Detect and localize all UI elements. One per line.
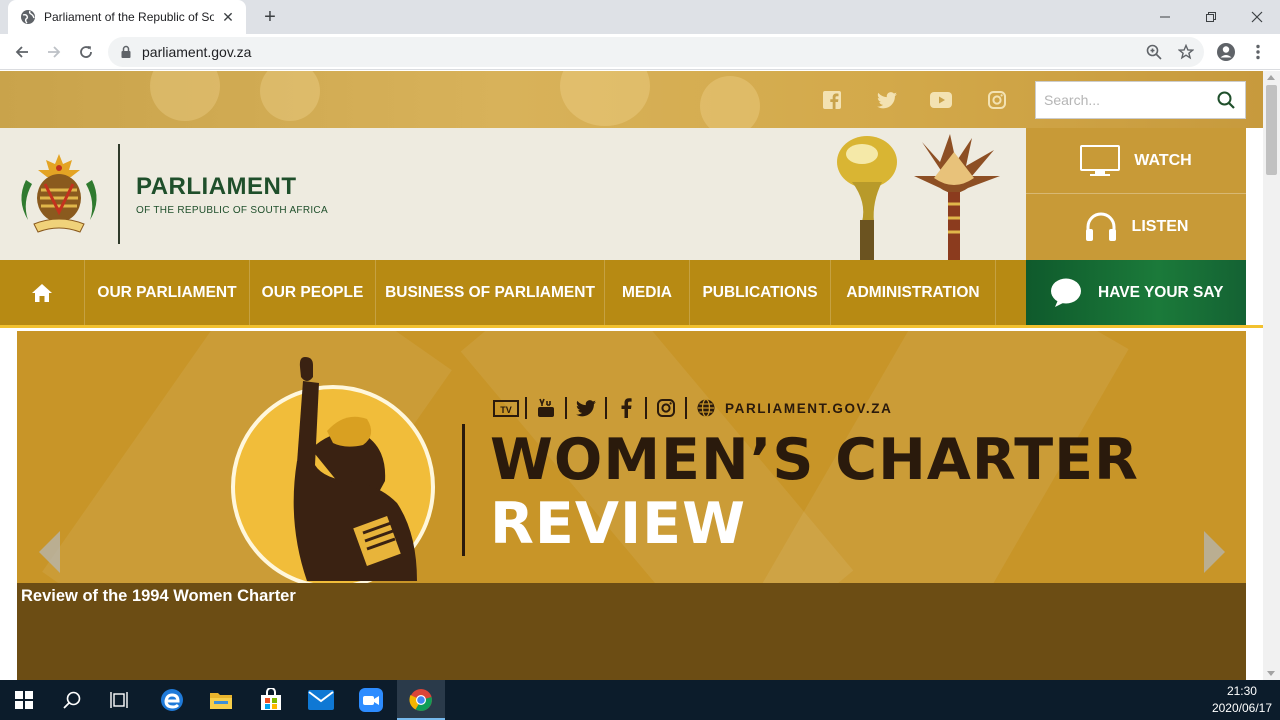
twitter-icon [573,397,599,419]
globe-icon [21,10,35,24]
top-social-strip [0,71,1263,136]
search-icon[interactable] [1217,91,1235,109]
window-close-icon[interactable] [1234,0,1280,34]
page-scrollbar[interactable] [1263,71,1280,680]
slide-headline-line2: REVIEW [490,491,746,557]
mail-icon[interactable] [297,680,345,720]
slide-website: PARLIAMENT.GOV.ZA [725,400,893,416]
browser-menu-icon[interactable] [1244,38,1272,66]
search-input[interactable] [1044,92,1214,108]
clock-date: 2020/06/17 [1211,701,1272,715]
listen-label: LISTEN [1131,218,1189,235]
slide-channel-icons: TV PARLIAMENT.GOV.ZA [493,397,892,419]
have-your-say-button[interactable]: HAVE YOUR SAY [1026,260,1246,328]
page-viewport: PARLIAMENT OF THE REPUBLIC OF SOUTH AFRI… [0,71,1263,680]
clock-time: 21:30 [1226,684,1257,698]
nav-media[interactable]: MEDIA [605,260,690,325]
facebook-icon[interactable] [821,89,843,111]
raised-fist-woman-illustration [293,357,417,581]
restore-icon[interactable] [1188,0,1234,34]
site-header: PARLIAMENT OF THE REPUBLIC OF SOUTH AFRI… [0,128,1026,260]
nav-publications[interactable]: PUBLICATIONS [690,260,831,325]
hero-slider: TV PARLIAMENT.GOV.ZA WOMEN’S CHARTER REV… [17,331,1246,583]
coat-of-arms-logo[interactable] [14,150,104,240]
youtube-icon[interactable] [930,89,952,111]
forward-arrow-icon[interactable] [40,38,68,66]
slide-caption[interactable]: Review of the 1994 Women Charter [21,587,296,606]
microsoft-store-icon[interactable] [247,680,295,720]
instagram-icon [653,397,679,419]
tab-title: Parliament of the Republic of South Afri… [44,10,214,24]
watch-label: WATCH [1134,152,1192,169]
nav-home[interactable] [0,260,85,325]
speech-bubble-icon [1050,278,1082,308]
instagram-icon[interactable] [986,89,1008,111]
taskbar-search-icon[interactable] [48,680,96,720]
brand-subtitle: OF THE REPUBLIC OF SOUTH AFRICA [136,205,328,216]
home-icon [32,283,52,302]
address-bar[interactable]: parliament.gov.za [108,37,1204,67]
slide-caption-band: Review of the 1994 Women Charter [17,583,1246,680]
scroll-down-arrow-icon[interactable] [1267,671,1275,676]
slider-next-arrow-icon[interactable] [1204,531,1225,573]
lock-icon [121,45,131,58]
profile-avatar-icon[interactable] [1212,38,1240,66]
browser-tab-active[interactable]: Parliament of the Republic of South Afri… [8,0,246,34]
have-your-say-label: HAVE YOUR SAY [1098,283,1224,301]
browser-toolbar: parliament.gov.za [0,34,1280,70]
nav-our-people[interactable]: OUR PEOPLE [250,260,376,325]
browser-tabstrip: Parliament of the Republic of South Afri… [0,0,1280,34]
youtube-icon [533,397,559,419]
watch-button[interactable]: WATCH [1026,128,1246,194]
windows-taskbar: 21:30 2020/06/17 [0,680,1280,720]
bookmark-star-icon[interactable] [1172,38,1200,66]
tab-close-icon[interactable]: ✕ [220,9,236,25]
windows-start-icon[interactable] [0,680,48,720]
listen-button[interactable]: LISTEN [1026,194,1246,260]
monitor-icon [1080,145,1121,177]
scroll-up-arrow-icon[interactable] [1267,75,1275,80]
chrome-taskbar-icon[interactable] [397,680,445,720]
headphones-icon [1084,211,1118,243]
new-tab-button[interactable]: + [258,6,282,28]
brand-title[interactable]: PARLIAMENT [136,173,297,201]
tv-icon: TV [493,397,519,419]
nav-administration[interactable]: ADMINISTRATION [831,260,996,325]
media-quicklinks: WATCH LISTEN [1026,128,1246,260]
zoom-app-icon[interactable] [347,680,395,720]
site-search [1035,81,1246,119]
slide-headline-line1: WOMEN’S CHARTER [490,427,1139,493]
minimize-icon[interactable] [1142,0,1188,34]
logo-divider [118,144,120,244]
parliament-mace-image [837,134,1000,260]
slider-prev-arrow-icon[interactable] [39,531,60,573]
globe-icon [693,397,719,419]
facebook-icon [613,397,639,419]
edge-browser-icon[interactable] [148,680,196,720]
taskbar-clock[interactable]: 21:30 2020/06/17 [1212,683,1272,717]
svg-text:TV: TV [500,405,512,415]
reload-icon[interactable] [72,38,100,66]
task-view-icon[interactable] [96,680,144,720]
nav-our-parliament[interactable]: OUR PARLIAMENT [85,260,250,325]
nav-business-of-parliament[interactable]: BUSINESS OF PARLIAMENT [376,260,605,325]
twitter-icon[interactable] [876,89,898,111]
zoom-icon[interactable] [1140,38,1168,66]
url-text: parliament.gov.za [142,44,252,60]
file-explorer-icon[interactable] [197,680,245,720]
back-arrow-icon[interactable] [8,38,36,66]
scrollbar-thumb[interactable] [1266,85,1277,175]
main-navigation: OUR PARLIAMENT OUR PEOPLE BUSINESS OF PA… [0,260,1026,328]
